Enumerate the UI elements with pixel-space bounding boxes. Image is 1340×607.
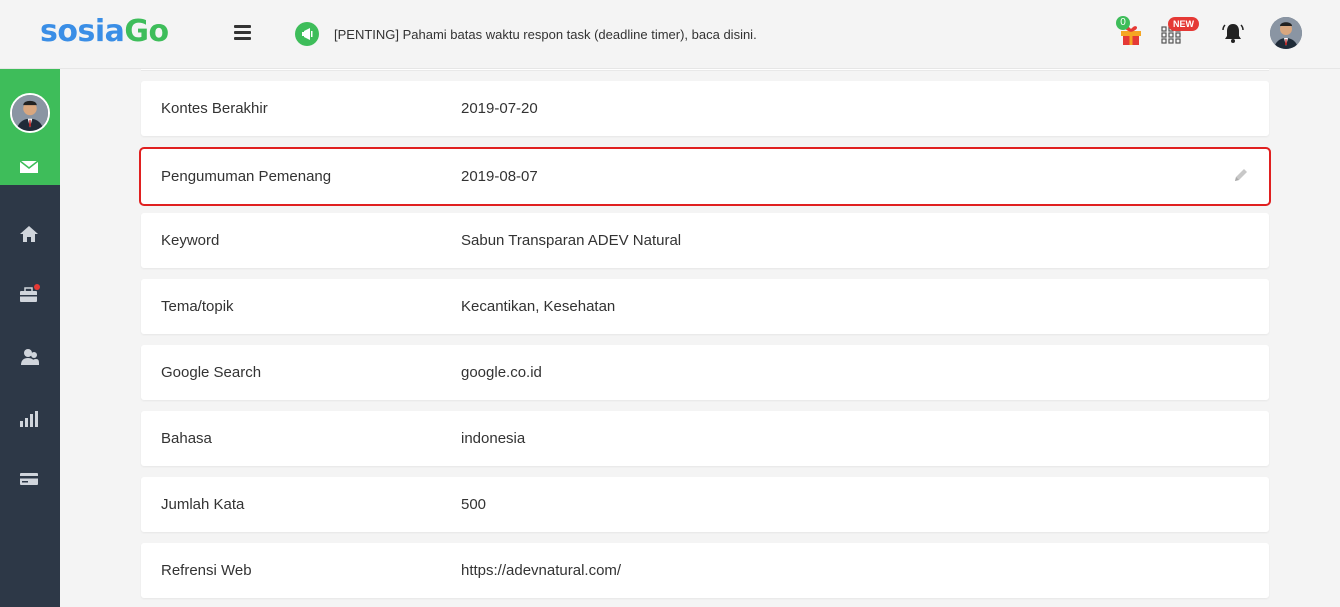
logo-part1: sosia [40,14,125,49]
top-bar: sosiaGo [PENTING] Pahami batas waktu res… [0,0,1340,69]
detail-row-refrensi-web: Refrensi Web https://adevnatural.com/ [141,543,1269,598]
detail-value: google.co.id [461,364,542,381]
detail-value: 2019-07-20 [461,100,538,117]
detail-label: Google Search [161,364,262,381]
detail-value: Sabun Transparan ADEV Natural [461,232,682,249]
detail-label: Refrensi Web [161,562,252,579]
detail-row-bahasa: Bahasa indonesia [141,411,1269,466]
bell-icon[interactable] [1220,20,1246,46]
detail-label: Keyword [161,232,220,249]
detail-row-google-search: Google Search google.co.id [141,345,1269,400]
detail-row-keyword: Keyword Sabun Transparan ADEV Natural [141,213,1269,268]
detail-value: indonesia [461,430,526,447]
detail-value: 2019-08-07 [461,168,538,185]
mail-icon[interactable] [18,156,40,178]
detail-row-tema: Tema/topik Kecantikan, Kesehatan [141,279,1269,334]
previous-card-edge [141,69,1269,71]
detail-label: Pengumuman Pemenang [161,168,332,185]
detail-row-pengumuman-pemenang[interactable]: Pengumuman Pemenang 2019-08-07 [139,147,1271,206]
detail-label: Jumlah Kata [161,496,245,513]
megaphone-icon [295,22,319,46]
announcement-link[interactable]: [PENTING] Pahami batas waktu respon task… [334,27,757,42]
sidebar-profile-area [0,69,60,185]
detail-row-kontes-berakhir: Kontes Berakhir 2019-07-20 [141,81,1269,136]
detail-value: 500 [461,496,487,513]
credit-card-icon[interactable] [18,468,40,490]
detail-label: Kontes Berakhir [161,100,268,117]
home-icon[interactable] [18,223,40,245]
detail-row-jumlah-kata: Jumlah Kata 500 [141,477,1269,532]
users-icon[interactable] [18,346,40,368]
logo[interactable]: sosiaGo [40,14,169,49]
sidebar [0,69,60,607]
new-badge: NEW [1168,17,1199,31]
detail-label: Bahasa [161,430,212,447]
logo-part2: Go [124,14,169,49]
sidebar-avatar[interactable] [10,93,50,133]
gift-count-badge: 0 [1116,16,1130,30]
stats-icon[interactable] [18,408,40,430]
detail-label: Tema/topik [161,298,234,315]
briefcase-icon[interactable] [18,284,40,306]
menu-icon[interactable] [234,25,251,40]
detail-value: Kecantikan, Kesehatan [461,298,616,315]
detail-value[interactable]: https://adevnatural.com/ [461,562,621,579]
pencil-icon[interactable] [1233,167,1249,183]
user-avatar[interactable] [1270,17,1302,49]
